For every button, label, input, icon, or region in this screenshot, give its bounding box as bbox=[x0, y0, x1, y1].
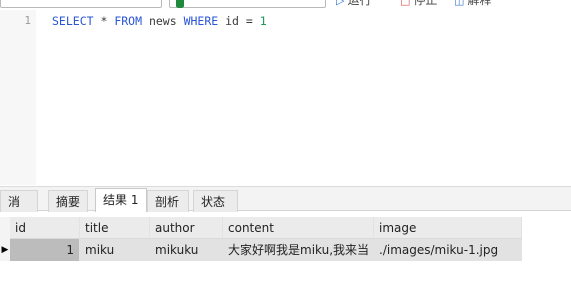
stop-button[interactable]: □ 停止 bbox=[400, 0, 437, 7]
cell-title[interactable]: miku bbox=[80, 239, 150, 261]
sql-code-line[interactable]: SELECT * FROM news WHERE id = 1 bbox=[52, 14, 267, 28]
stop-label: 停止 bbox=[413, 0, 438, 7]
current-row-indicator-icon: ▶ bbox=[0, 239, 10, 261]
tab-status[interactable]: 状态 bbox=[193, 190, 238, 212]
line-number-gutter: 1 bbox=[0, 10, 36, 185]
stop-icon: □ bbox=[400, 0, 411, 7]
tab-messages[interactable]: 消息 bbox=[0, 190, 38, 231]
sql-keyword-where: WHERE bbox=[183, 14, 219, 28]
run-button[interactable]: ▷ 运行 bbox=[336, 0, 371, 7]
explain-label: 解释 bbox=[467, 0, 492, 7]
cell-image[interactable]: ./images/miku-1.jpg bbox=[374, 239, 522, 261]
tab-result-1[interactable]: 结果 1 bbox=[95, 188, 147, 212]
sql-keyword-select: SELECT bbox=[52, 14, 94, 28]
cell-author[interactable]: mikuku bbox=[150, 239, 223, 261]
header-indicator-cell bbox=[0, 217, 10, 239]
column-header-title[interactable]: title bbox=[80, 217, 150, 239]
result-tabbar: 消息 摘要 结果 1 剖析 状态 bbox=[0, 186, 571, 231]
run-icon: ▷ bbox=[336, 0, 345, 7]
toolbar: ▷ 运行 □ 停止 ◫ 解释 bbox=[0, 0, 571, 10]
sql-keyword-from: FROM bbox=[114, 14, 143, 28]
connection-select[interactable] bbox=[0, 0, 162, 8]
tab-summary[interactable]: 摘要 bbox=[48, 190, 88, 212]
column-header-id[interactable]: id bbox=[10, 217, 80, 239]
column-header-content[interactable]: content bbox=[223, 217, 374, 239]
sql-star: * bbox=[93, 14, 115, 28]
database-icon bbox=[176, 0, 184, 8]
cell-id[interactable]: 1 bbox=[10, 239, 80, 261]
line-number: 1 bbox=[24, 14, 31, 27]
sql-editor[interactable]: 1 SELECT * FROM news WHERE id = 1 bbox=[0, 10, 571, 185]
database-select[interactable] bbox=[169, 0, 326, 8]
explain-button[interactable]: ◫ 解释 bbox=[454, 0, 491, 7]
cell-content[interactable]: 大家好啊我是miku,我来当 bbox=[223, 239, 374, 261]
tab-profile[interactable]: 剖析 bbox=[147, 190, 189, 212]
run-label: 运行 bbox=[347, 0, 372, 7]
sql-value: 1 bbox=[259, 14, 267, 28]
sql-table-name: news bbox=[142, 14, 184, 28]
column-header-author[interactable]: author bbox=[150, 217, 223, 239]
explain-icon: ◫ bbox=[454, 0, 465, 7]
sql-condition: id = bbox=[218, 14, 260, 28]
column-header-image[interactable]: image bbox=[374, 217, 522, 239]
